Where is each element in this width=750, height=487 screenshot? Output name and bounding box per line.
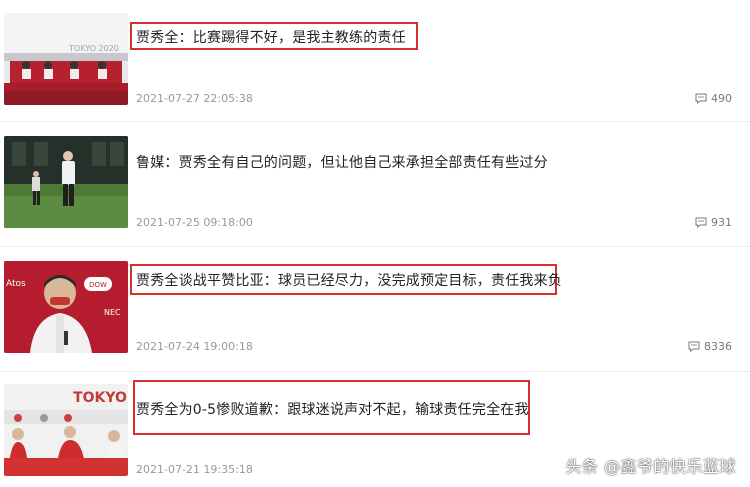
- comment-count-label-2: 931: [711, 216, 732, 229]
- article-title-3[interactable]: 贾秀全谈战平赞比亚：球员已经尽力，没完成预定目标，责任我来负: [136, 270, 562, 290]
- svg-text:NEC: NEC: [104, 308, 121, 317]
- article-thumbnail-2[interactable]: [4, 136, 128, 228]
- article-item-2[interactable]: 鲁媒：贾秀全有自己的问题，但让他自己来承担全部责任有些过分 2021-07-25…: [0, 122, 750, 245]
- comment-count-label-1: 490: [711, 92, 732, 105]
- article-feed: TOKYO 2020 贾秀全：比赛踢得不好，是我主教练的责任 2021-07-2…: [0, 0, 750, 487]
- article-date-4: 2021-07-21 19:35:18: [136, 463, 253, 476]
- article-thumbnail-4[interactable]: TOKYO: [4, 384, 128, 476]
- svg-text:TOKYO 2020: TOKYO 2020: [68, 44, 119, 53]
- article-date-3: 2021-07-24 19:00:18: [136, 340, 253, 353]
- article-thumbnail-1[interactable]: TOKYO 2020: [4, 13, 128, 105]
- article-item-3[interactable]: Atos DOW NEC 贾秀全谈战平赞比亚：球员已经尽力，没完成预定目标，责任…: [0, 247, 750, 370]
- comment-bubble-icon: [688, 341, 700, 352]
- svg-text:Atos: Atos: [6, 279, 26, 289]
- svg-text:DOW: DOW: [89, 281, 107, 289]
- article-thumbnail-3[interactable]: Atos DOW NEC: [4, 261, 128, 353]
- coach-interview-image: Atos DOW NEC: [4, 261, 128, 353]
- svg-text:TOKYO: TOKYO: [73, 390, 127, 406]
- press-conference-image: TOKYO 2020: [4, 13, 128, 105]
- comment-bubble-icon: [695, 93, 707, 104]
- article-title-1[interactable]: 贾秀全：比赛踢得不好，是我主教练的责任: [136, 27, 406, 47]
- comment-count-1[interactable]: 490: [695, 92, 732, 105]
- comment-count-2[interactable]: 931: [695, 216, 732, 229]
- comment-count-3[interactable]: 8336: [688, 340, 732, 353]
- comment-count-label-3: 8336: [704, 340, 732, 353]
- watermark: 头条 @鑫爷的快乐蓝球: [565, 457, 736, 476]
- comment-bubble-icon: [695, 217, 707, 228]
- article-date-1: 2021-07-27 22:05:38: [136, 92, 253, 105]
- article-title-4[interactable]: 贾秀全为0-5惨败道歉：跟球迷说声对不起，输球责任完全在我: [136, 399, 529, 419]
- press-conference-apology-image: TOKYO: [4, 384, 128, 476]
- article-title-2[interactable]: 鲁媒：贾秀全有自己的问题，但让他自己来承担全部责任有些过分: [136, 152, 548, 172]
- article-item-1[interactable]: TOKYO 2020 贾秀全：比赛踢得不好，是我主教练的责任 2021-07-2…: [0, 0, 750, 120]
- training-field-image: [4, 136, 128, 228]
- article-date-2: 2021-07-25 09:18:00: [136, 216, 253, 229]
